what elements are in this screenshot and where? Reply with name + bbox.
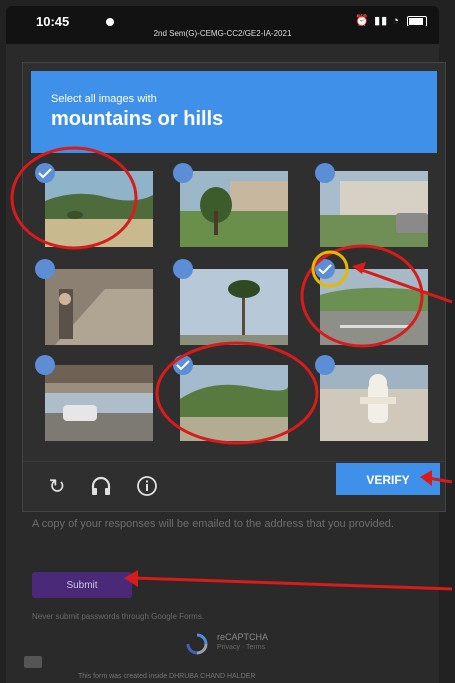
annotation-circle-tile-8 [155, 341, 319, 445]
annotation-arrow-submit [133, 576, 453, 591]
annotation-overlay [10, 146, 453, 591]
phone-screen: 10:45 ⏰ ▮▮ ◔ 2nd Sem(G)-CEMG-CC2/GE2-IA-… [0, 0, 455, 683]
annotation-circle-tile-1 [10, 146, 138, 250]
annotation-highlight-checkmark [311, 250, 349, 288]
annotation-arrow-checkmark [355, 266, 453, 304]
annotation-circle-tile-6 [300, 244, 424, 348]
